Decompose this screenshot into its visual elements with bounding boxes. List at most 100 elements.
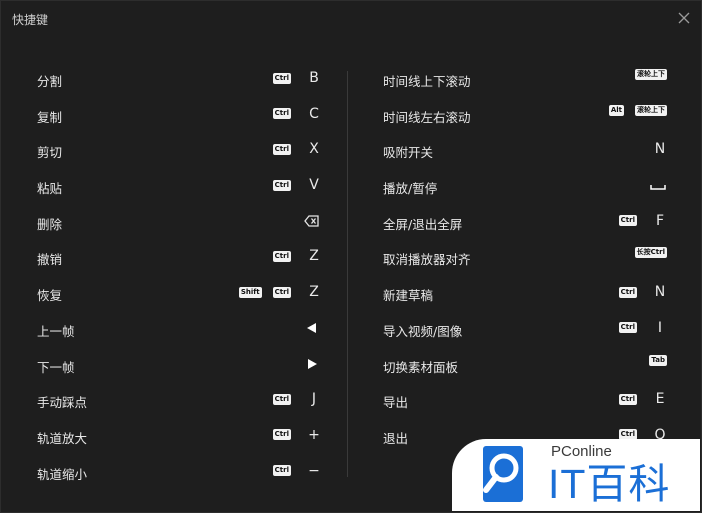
modifier-key-badge: Ctrl [272,286,291,298]
shortcut-keys: Ctrl E [608,390,667,408]
shortcut-label: 撤销 [37,252,63,268]
shortcut-row: 吸附开关 N [383,132,667,168]
shortcut-keys: Ctrl − [262,462,321,480]
shortcut-row: 轨道放大 Ctrl + [37,418,321,454]
shortcuts-dialog: 快捷键 分割 Ctrl B 复制 Ctrl C 剪切 Ctrl X 粘贴 Ctrl V 删除 撤销 Ctrl… [0,0,702,513]
shortcut-row: 复制 Ctrl C [37,97,321,133]
modifier-key-badge: Ctrl [618,286,637,298]
shortcut-row: 时间线左右滚动 Alt 滚轮上下 [383,97,667,133]
shortcut-label: 时间线左右滚动 [383,109,471,125]
shortcut-keys: 长按Ctrl [624,247,667,259]
shortcut-keys: Ctrl V [262,176,321,194]
shortcut-label: 分割 [37,74,63,89]
shortcut-keys: N [637,140,667,158]
shortcut-row: 轨道缩小 Ctrl − [37,454,321,490]
modifier-key-badge: Ctrl [272,72,291,84]
shortcut-keys: Ctrl Z [262,247,321,265]
space-bar-icon [649,176,667,194]
shortcut-row: 导入视频/图像 Ctrl I [383,311,667,347]
modifier-key-badge: Ctrl [618,215,637,227]
shortcut-label: 复制 [37,109,63,125]
shortcut-row: 导出 Ctrl E [383,382,667,418]
modifier-key-badge: Ctrl [618,393,637,405]
shortcut-key: I [657,319,663,336]
shortcut-label: 吸附开关 [383,145,434,161]
shortcut-keys: Ctrl C [262,105,321,123]
backspace-icon [303,212,321,230]
dialog-title: 快捷键 [12,13,49,27]
shortcut-key: F [655,212,665,229]
shortcut-label: 下一帧 [37,359,75,375]
modifier-key-badge: 滚轮上下 [635,69,667,80]
modifier-key-badge: Tab [649,354,667,366]
modifier-key-badge: Ctrl [618,322,637,334]
left-arrow-icon [303,319,321,337]
shortcut-keys: Ctrl + [262,426,321,444]
shortcut-label: 导出 [383,395,409,411]
shortcut-keys: Ctrl B [262,69,321,87]
shortcut-list-left: 分割 Ctrl B 复制 Ctrl C 剪切 Ctrl X 粘贴 Ctrl V 删除 撤销 Ctrl Z 恢复 S… [37,61,321,489]
right-arrow-icon [303,355,321,373]
shortcut-row: 播放/暂停 [383,168,667,204]
shortcut-keys: Ctrl N [608,283,667,301]
modifier-key-badge: Ctrl [272,465,291,477]
watermark: PConline IT百科 [452,439,700,511]
shortcut-label: 退出 [383,430,409,446]
shortcut-label: 播放/暂停 [383,181,438,197]
shortcut-row: 时间线上下滚动 滚轮上下 [383,61,667,97]
shortcut-row: 分割 Ctrl B [37,61,321,97]
shortcut-keys: Shift Ctrl Z [228,283,321,301]
dialog-titlebar: 快捷键 [1,1,701,35]
shortcut-row: 粘贴 Ctrl V [37,168,321,204]
shortcut-label: 全屏/退出全屏 [383,216,463,232]
shortcut-label: 轨道放大 [37,430,88,446]
shortcut-row: 全屏/退出全屏 Ctrl F [383,204,667,240]
modifier-key-badge: 滚轮上下 [635,104,667,116]
modifier-key-badge: Alt [608,104,624,116]
shortcut-label: 上一帧 [37,323,75,339]
shortcut-label: 轨道缩小 [37,466,88,482]
shortcut-label: 手动踩点 [37,395,88,411]
shortcut-label: 粘贴 [37,181,63,197]
modifier-key-badge: Ctrl [272,250,291,262]
modifier-key-badge: Ctrl [272,108,291,120]
shortcut-keys: Tab [638,354,667,366]
modifier-key-badge: Ctrl [272,429,291,441]
shortcut-row: 手动踩点 Ctrl J [37,382,321,418]
shortcut-keys: 滚轮上下 [624,69,667,80]
column-divider [347,71,348,477]
shortcut-key: E [655,391,665,408]
shortcut-key: N [654,141,666,158]
shortcut-label: 删除 [37,216,63,232]
shortcut-key: C [309,105,319,122]
magnifier-logo-icon [483,446,523,502]
shortcut-label: 导入视频/图像 [383,323,463,339]
shortcut-key: V [309,177,319,194]
shortcut-keys: Alt 滚轮上下 [598,104,667,116]
shortcut-key: N [654,284,666,301]
shortcut-key: − [308,462,320,479]
shortcut-label: 剪切 [37,145,63,161]
modifier-key-badge: Shift [238,286,262,298]
shortcut-key: J [311,391,317,408]
shortcut-row: 剪切 Ctrl X [37,132,321,168]
shortcut-row: 恢复 Shift Ctrl Z [37,275,321,311]
shortcut-row: 取消播放器对齐 长按Ctrl [383,239,667,275]
close-icon[interactable] [675,9,693,27]
watermark-pconline-text: PConline [551,443,612,460]
shortcut-row: 上一帧 [37,311,321,347]
modifier-key-badge: 长按Ctrl [634,247,667,259]
modifier-key-badge: Ctrl [272,179,291,191]
shortcut-key: X [309,141,319,158]
shortcut-list-right: 时间线上下滚动 滚轮上下时间线左右滚动 Alt 滚轮上下吸附开关 N 播放/暂停全屏/退出… [383,61,667,454]
shortcut-keys: Ctrl X [262,140,321,158]
watermark-brand-text: IT百科 [548,461,671,507]
shortcut-row: 撤销 Ctrl Z [37,239,321,275]
shortcut-key: Z [309,284,319,301]
shortcut-keys [287,319,321,337]
shortcut-key: Z [309,248,319,265]
shortcut-keys: Ctrl F [608,212,667,230]
modifier-key-badge: Ctrl [272,393,291,405]
shortcut-keys [287,355,321,373]
shortcut-label: 切换素材面板 [383,359,459,375]
